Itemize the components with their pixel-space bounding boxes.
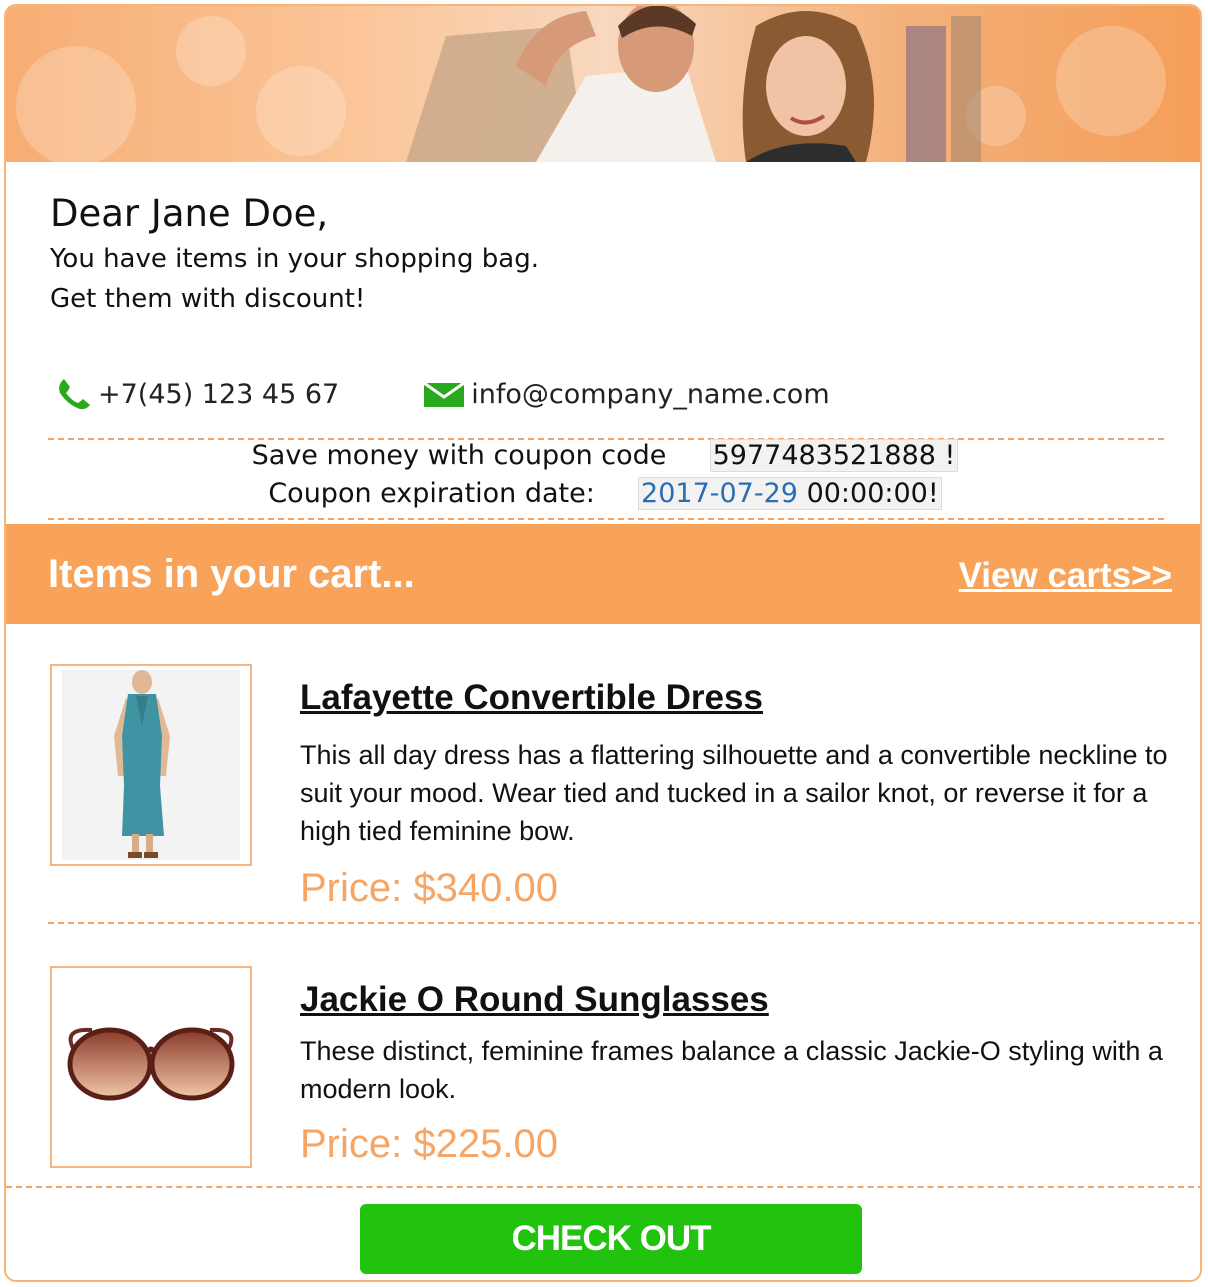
divider [6,1186,1200,1188]
coupon-expiry-line: Coupon expiration date: 2017-07-29 00:00… [6,477,1200,510]
greeting-heading: Dear Jane Doe, [50,192,329,235]
coupon-code[interactable]: 5977483521888 ! [709,439,959,472]
couple-shopping-photo [406,6,981,162]
product-price: Price: $340.00 [300,866,558,910]
intro-line-2: Get them with discount! [50,284,366,314]
product-description: These distinct, feminine frames balance … [300,1036,1163,1104]
phone-icon [59,379,90,410]
email-card: Dear Jane Doe, You have items in your sh… [4,4,1202,1282]
hero-banner [6,6,1200,162]
product-image-dress[interactable] [50,664,252,866]
envelope-icon [423,381,466,407]
coupon-expiry-value: 2017-07-29 00:00:00! [638,477,942,510]
coupon-expiry-date[interactable]: 2017-07-29 [641,478,798,509]
coupon-code-label: Save money with coupon code [251,440,667,471]
product-price: Price: $225.00 [300,1122,558,1166]
checkout-button[interactable]: CHECK OUT [360,1204,862,1274]
cart-title: Items in your cart... [48,552,415,596]
product-name-link[interactable]: Jackie O Round Sunglasses [300,980,769,1020]
phone-contact[interactable]: +7(45) 123 45 67 [56,377,339,411]
product-description: This all day dress has a flattering silh… [300,740,1168,846]
sunglasses-photo [67,1027,235,1101]
phone-number: +7(45) 123 45 67 [98,378,340,410]
dress-photo [62,670,240,860]
email-address: info@company_name.com [471,378,830,410]
divider [48,922,1200,924]
view-carts-link[interactable]: View carts>> [959,556,1172,596]
contacts-row: +7(45) 123 45 67 info@company_name.com [56,374,830,414]
cart-header-bar: Items in your cart... View carts>> [6,524,1200,624]
divider [48,518,1164,520]
product-name-link[interactable]: Lafayette Convertible Dress [300,678,763,718]
product-image-sunglasses[interactable] [50,966,252,1168]
intro-line-1: You have items in your shopping bag. [50,244,539,274]
coupon-expiry-label: Coupon expiration date: [268,478,595,509]
email-contact[interactable]: info@company_name.com [423,378,830,410]
coupon-code-line: Save money with coupon code 597748352188… [6,439,1200,472]
coupon-expiry-time: 00:00:00! [806,478,939,509]
